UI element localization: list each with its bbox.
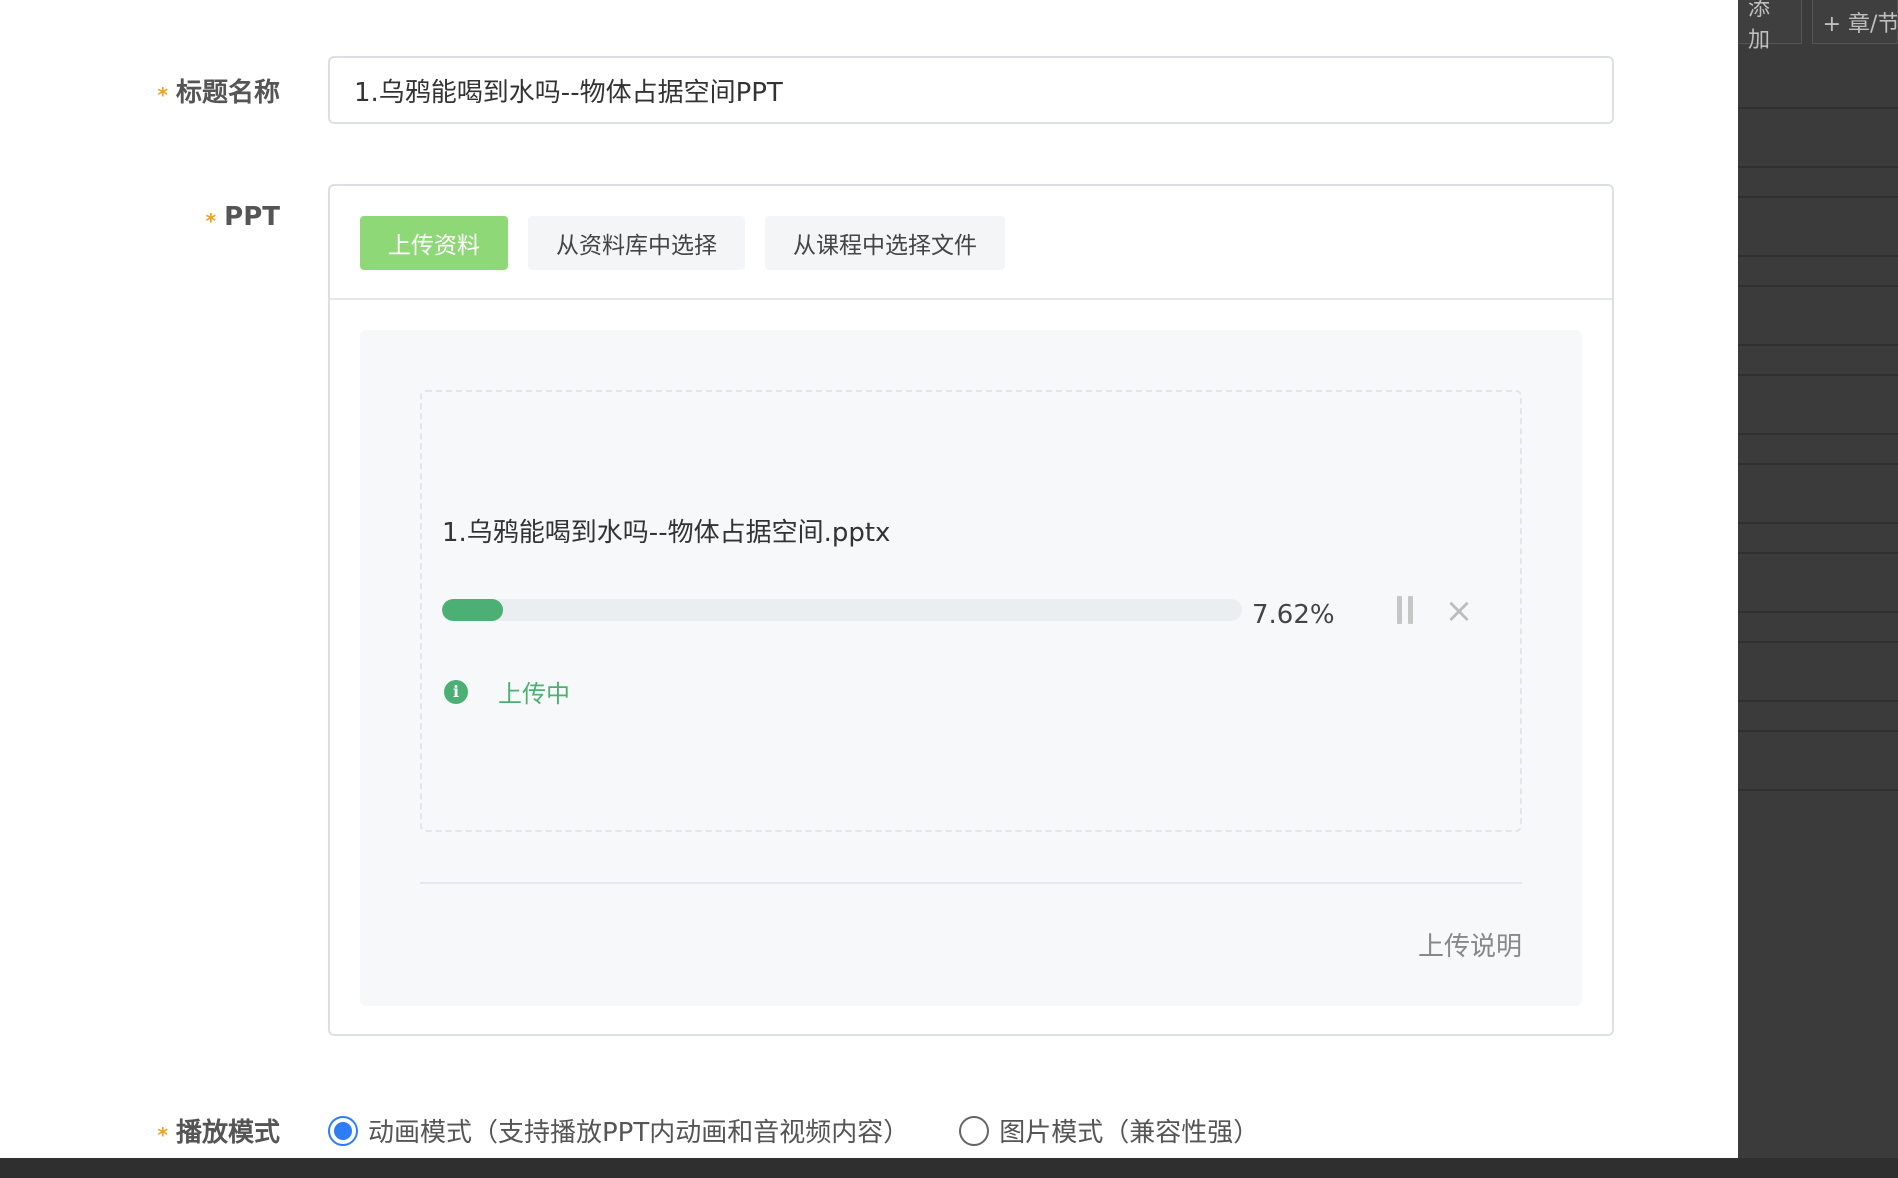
upload-dropzone[interactable]: 1.乌鸦能喝到水吗--物体占据空间.pptx 7.62% × i 上传中 (420, 390, 1522, 832)
source-tabs: 上传资料 从资料库中选择 从课程中选择文件 (360, 216, 1005, 270)
upload-status: i 上传中 (444, 674, 570, 709)
pause-icon[interactable] (1390, 596, 1420, 626)
close-icon[interactable]: × (1444, 594, 1474, 628)
background-row (1738, 613, 1898, 643)
required-mark: * (157, 1122, 168, 1147)
bottom-bar (0, 1158, 1898, 1178)
play-mode-options: 动画模式（支持播放PPT内动画和音视频内容） 图片模式（兼容性强） (328, 1112, 1259, 1149)
background-row (1738, 257, 1898, 287)
upload-status-text: 上传中 (498, 680, 570, 708)
background-add-button: 添加 (1738, 0, 1802, 53)
background-page: 添加 + 章/节 (1738, 0, 1898, 1158)
divider (420, 882, 1522, 884)
radio-label: 图片模式（兼容性强） (999, 1118, 1260, 1148)
upload-instructions-link[interactable]: 上传说明 (1418, 926, 1522, 963)
background-row (1738, 198, 1898, 257)
radio-animation-mode[interactable]: 动画模式（支持播放PPT内动画和音视频内容） (328, 1112, 909, 1149)
title-input[interactable] (328, 56, 1614, 124)
background-row (1738, 376, 1898, 435)
tab-choose-from-library[interactable]: 从资料库中选择 (528, 216, 745, 270)
required-mark: * (205, 209, 217, 233)
background-row (1738, 50, 1898, 109)
background-row (1738, 435, 1898, 465)
background-row (1738, 287, 1898, 346)
upload-progress-text: 7.62% (1252, 600, 1335, 630)
background-row (1738, 346, 1898, 376)
upload-file-name: 1.乌鸦能喝到水吗--物体占据空间.pptx (442, 518, 891, 548)
background-row (1738, 554, 1898, 613)
title-label: * 标题名称 (158, 72, 280, 109)
background-row (1738, 643, 1898, 702)
background-toolbar: 添加 + 章/节 (1738, 0, 1898, 53)
play-mode-label: * 播放模式 (158, 1112, 280, 1149)
background-row (1738, 465, 1898, 524)
upload-progress-bar (442, 599, 1242, 621)
ppt-label: * PPT (205, 202, 280, 233)
background-row (1738, 702, 1898, 732)
radio-button[interactable] (328, 1115, 358, 1146)
title-label-text: 标题名称 (175, 78, 280, 108)
divider (330, 298, 1612, 300)
background-row (1738, 524, 1898, 554)
play-mode-label-text: 播放模式 (175, 1118, 280, 1148)
radio-button[interactable] (959, 1115, 990, 1146)
ppt-panel: 上传资料 从资料库中选择 从课程中选择文件 1.乌鸦能喝到水吗--物体占据空间.… (328, 184, 1614, 1036)
tab-upload-material[interactable]: 上传资料 (360, 216, 508, 270)
edit-ppt-dialog: * 标题名称 * PPT 上传资料 从资料库中选择 从课程中选择文件 1.乌鸦能… (0, 0, 1738, 1158)
radio-image-mode[interactable]: 图片模式（兼容性强） (959, 1112, 1259, 1149)
tab-choose-from-course[interactable]: 从课程中选择文件 (765, 216, 1005, 270)
ppt-label-text: PPT (224, 202, 280, 232)
info-icon: i (444, 679, 468, 704)
background-row (1738, 109, 1898, 168)
background-row (1738, 168, 1898, 198)
required-mark: * (157, 82, 168, 107)
radio-label: 动画模式（支持播放PPT内动画和音视频内容） (368, 1118, 910, 1148)
upload-progress-fill (442, 599, 503, 621)
background-row (1738, 732, 1898, 791)
background-list (1738, 50, 1898, 791)
upload-area: 1.乌鸦能喝到水吗--物体占据空间.pptx 7.62% × i 上传中 上传说… (360, 330, 1582, 1006)
background-chapter-button: + 章/节 (1811, 0, 1898, 44)
